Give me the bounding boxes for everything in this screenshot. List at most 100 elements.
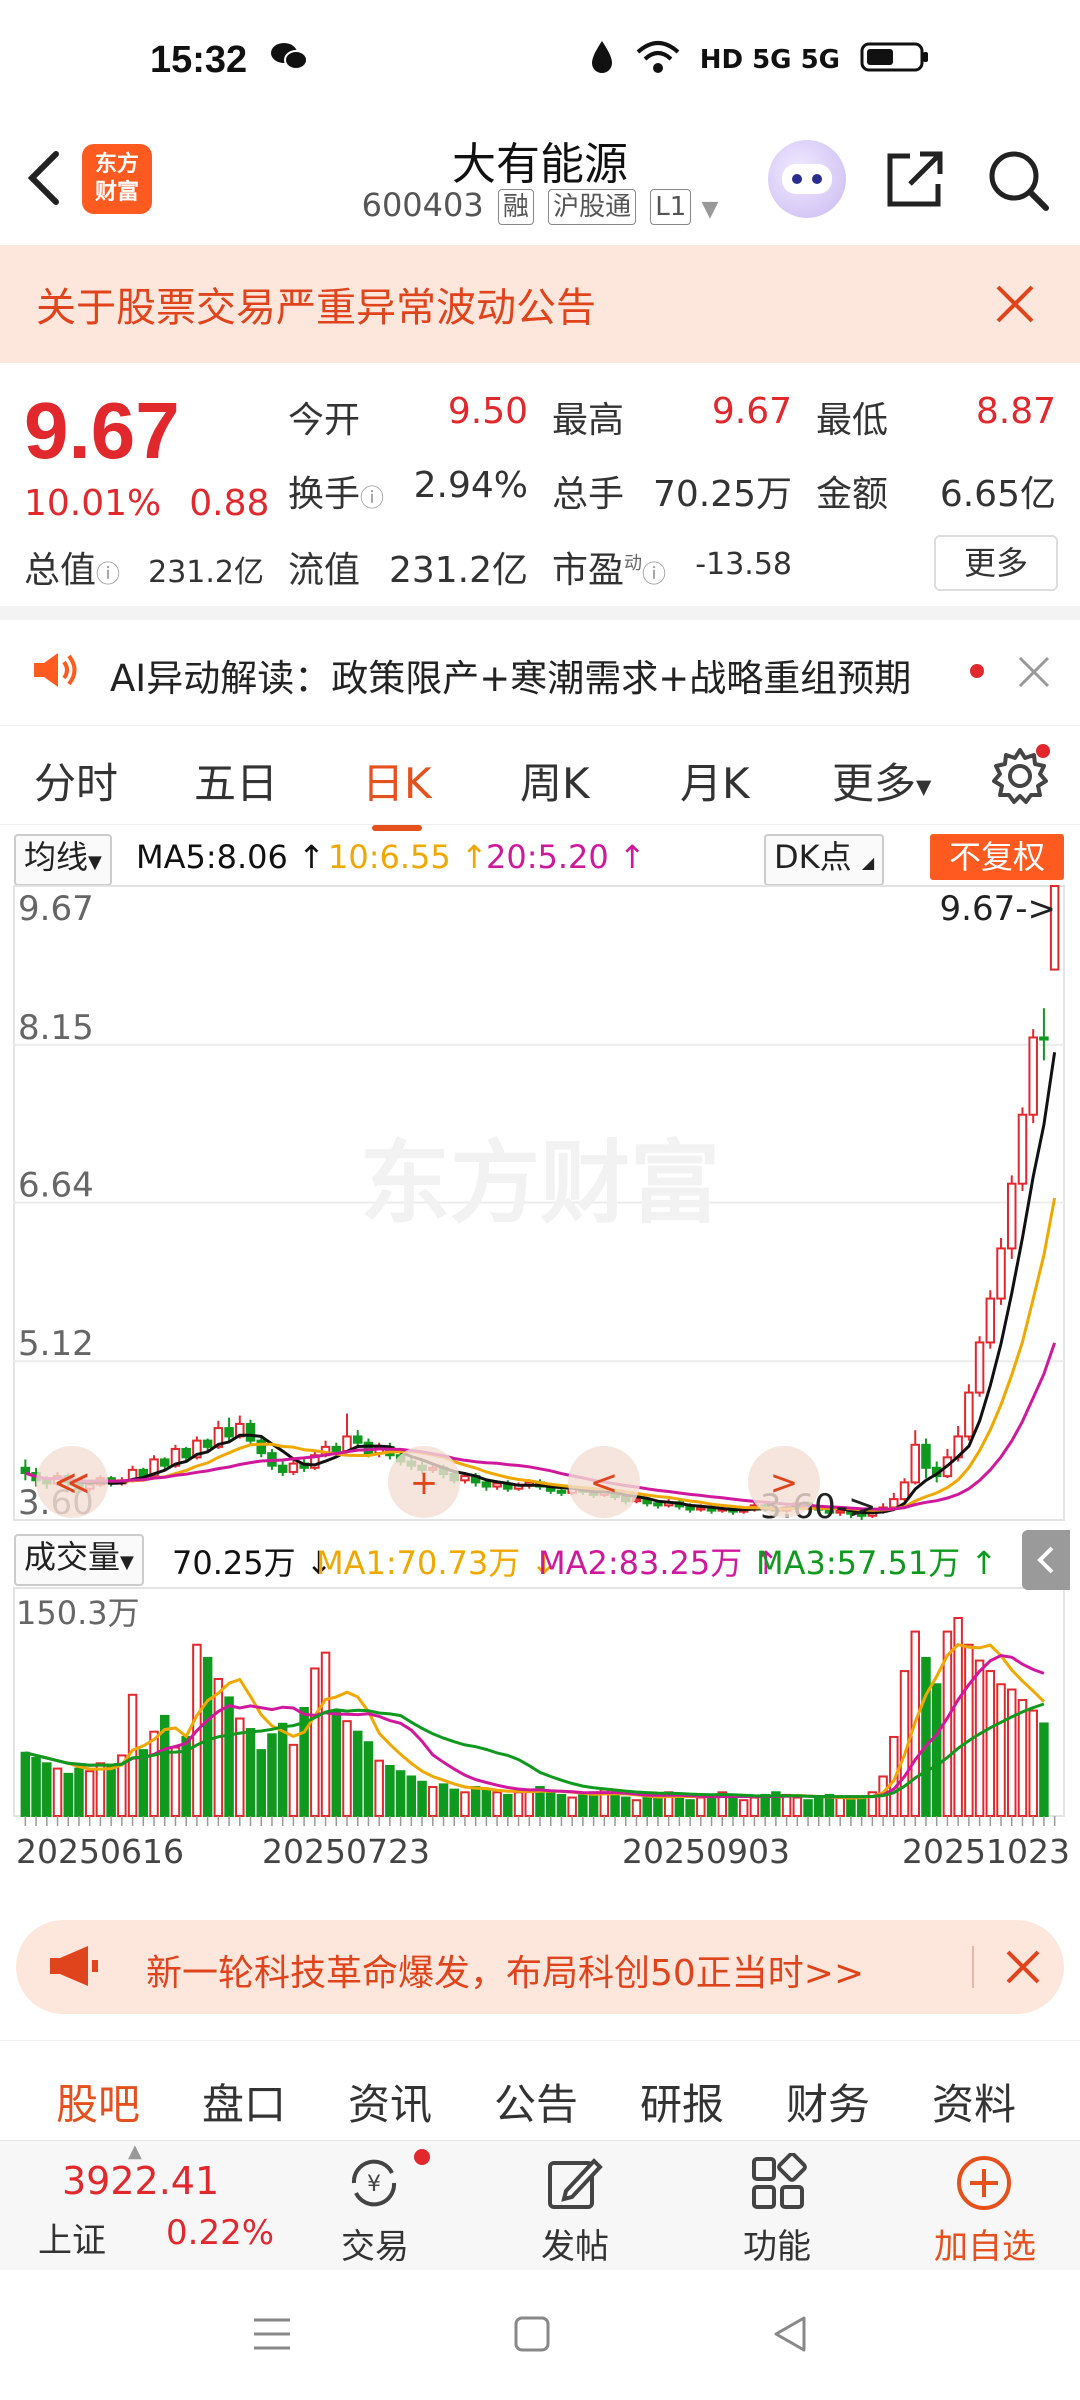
volume-bar (749, 1796, 760, 1817)
promo-banner[interactable]: 新一轮科技革命爆发，布局科创50正当时>> (16, 1920, 1064, 2014)
pe-cell[interactable]: 市盈动ⓘ -13.58 (552, 541, 792, 593)
status-bar: 15:32 HD 5G 5G (0, 0, 1080, 120)
volume-bar (503, 1793, 513, 1818)
menu-icon[interactable] (250, 2314, 294, 2358)
index-value: 3922.41 (62, 2159, 220, 2203)
volume-bar (835, 1796, 845, 1817)
volume-bar (63, 1772, 73, 1817)
tab-daily-k[interactable]: 日K (362, 750, 432, 831)
arrow-up-icon: ↑ (970, 1544, 998, 1582)
volume-bar (267, 1733, 277, 1818)
x-axis-dates: 20250616 20250723 20250903 20251023 (0, 1832, 1080, 1882)
divider (0, 606, 1080, 620)
collapse-panel-button[interactable] (1022, 1530, 1070, 1590)
home-icon[interactable] (512, 2314, 552, 2358)
volume-bar (964, 1643, 974, 1817)
add-watchlist-button[interactable]: 加自选 (910, 2141, 1060, 2271)
indicator-select[interactable]: 均线▼ (14, 834, 112, 886)
tab-financials[interactable]: 财务 (786, 2071, 870, 2132)
index-ticker[interactable]: ▲ 3922.41 上证 0.22% (0, 2141, 300, 2271)
volume-bar (1007, 1688, 1017, 1818)
turnover-cell[interactable]: 换手ⓘ 2.94% (288, 465, 528, 517)
volume-bar (814, 1796, 824, 1817)
pe-label: 市盈 (552, 550, 625, 591)
close-icon[interactable] (990, 279, 1040, 329)
announcement-banner[interactable]: 关于股票交易严重异常波动公告 (0, 245, 1080, 363)
more-quote-button[interactable]: 更多 (934, 535, 1058, 591)
volume-bar (460, 1791, 470, 1817)
volume-bar (760, 1793, 770, 1818)
tab-profile[interactable]: 资料 (932, 2071, 1016, 2132)
arrow-up-icon: ↑ (618, 838, 646, 876)
volume-bar (95, 1762, 106, 1817)
candle-body (363, 1441, 374, 1455)
volume-indicator-select[interactable]: 成交量▼ (14, 1534, 144, 1586)
y-tick-label: 9.67 (18, 889, 94, 929)
candle-body (1028, 1036, 1038, 1116)
adjust-mode-button[interactable]: 不复权 (930, 834, 1064, 880)
tab-monthly-k[interactable]: 月K (680, 750, 750, 811)
post-button[interactable]: 发帖 (510, 2141, 640, 2271)
features-button[interactable]: 功能 (712, 2141, 842, 2271)
tab-news[interactable]: 资讯 (348, 2071, 432, 2132)
volume-bar (556, 1793, 567, 1818)
tab-research[interactable]: 研报 (640, 2071, 724, 2132)
y-tick-label: 5.12 (18, 1324, 94, 1364)
tab-more[interactable]: 更多▼ (832, 750, 931, 811)
status-time: 15:32 (150, 38, 248, 81)
volume-bar (170, 1746, 181, 1817)
dk-point-button[interactable]: DK点 ◢ (764, 834, 885, 886)
search-icon[interactable] (984, 146, 1052, 214)
volume-bar (352, 1730, 363, 1817)
open-label: 今开 (288, 400, 361, 441)
tab-five-day[interactable]: 五日 (194, 750, 278, 811)
candle-body (921, 1443, 931, 1469)
tab-more-label: 更多 (832, 759, 917, 808)
add-watchlist-label: 加自选 (934, 2227, 1036, 2267)
volume-bar (20, 1751, 31, 1818)
volume-max-label: 150.3万 (16, 1594, 140, 1632)
back-nav-icon[interactable] (770, 2314, 810, 2358)
close-icon[interactable] (1016, 654, 1052, 699)
dropdown-triangle-icon: ▼ (701, 197, 719, 222)
candle-body (889, 1498, 899, 1509)
change-amount: 0.88 (189, 483, 270, 524)
volume-bar (1039, 1722, 1049, 1817)
vol-ma1-legend: MA1:70.73万 ↓ (316, 1538, 557, 1584)
open-value: 9.50 (447, 391, 528, 432)
close-icon[interactable] (1002, 1946, 1044, 1997)
volume-bar (738, 1799, 749, 1817)
dropdown-triangle-icon: ▼ (88, 852, 102, 873)
trade-button[interactable]: ¥ 交易 (310, 2141, 440, 2271)
volume-bar (363, 1741, 374, 1817)
chart-nav-glyph: ≪ (54, 1463, 90, 1503)
ai-assistant-avatar[interactable] (768, 140, 846, 218)
tab-orderbook[interactable]: 盘口 (202, 2071, 286, 2132)
tab-weekly-k[interactable]: 周K (520, 750, 590, 811)
mcap-cell[interactable]: 总值ⓘ 231.2亿 (24, 541, 264, 593)
vol-ma2-label: MA2:83.25万 (538, 1544, 743, 1582)
volume-bar (481, 1788, 492, 1818)
volume-bar (374, 1759, 384, 1817)
kline-chart[interactable]: 9.678.156.645.123.60东方财富9.67->3.60->≪+<>… (0, 884, 1080, 1884)
candle-body (974, 1341, 985, 1394)
volume-label: 总手 (552, 474, 625, 515)
candle-body (1017, 1113, 1028, 1185)
candle-body (460, 1475, 470, 1482)
volume-bar (470, 1786, 481, 1817)
volume-bar (84, 1770, 95, 1818)
stock-code: 600403 (361, 186, 484, 224)
tag-level: L1 (650, 189, 692, 225)
max-price-label: 9.67-> (940, 889, 1056, 929)
ai-insight-bar[interactable]: AI异动解读：政策限产+寒潮需求+战略重组预期 (0, 620, 1080, 720)
gear-icon[interactable] (988, 744, 1052, 812)
vol-ma1-label: MA1:70.73万 (316, 1544, 521, 1582)
volume-bar (320, 1651, 331, 1818)
volume-bar (213, 1677, 224, 1817)
tab-announcements[interactable]: 公告 (494, 2071, 578, 2132)
share-icon[interactable] (880, 146, 948, 214)
tab-guba[interactable]: 股吧 (56, 2071, 140, 2150)
volume-bar (256, 1749, 266, 1817)
dk-point-label: DK点 (774, 838, 852, 876)
tab-intraday[interactable]: 分时 (34, 750, 118, 811)
